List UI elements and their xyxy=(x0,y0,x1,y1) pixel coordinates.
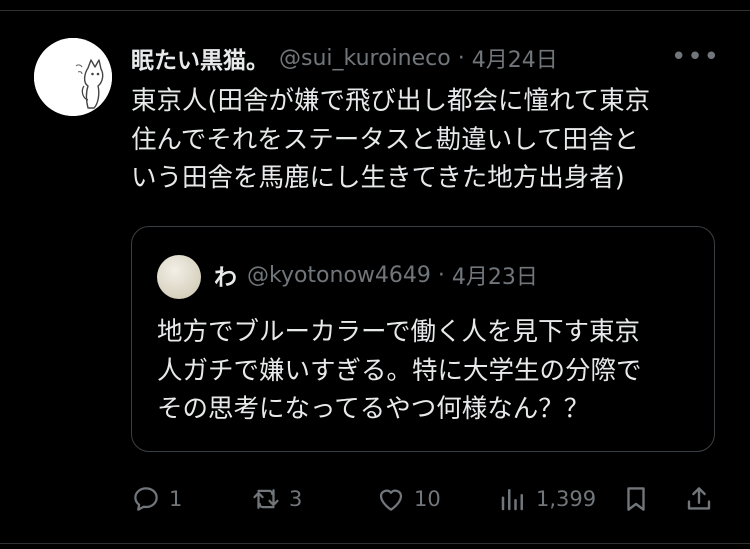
retweet-count: 3 xyxy=(289,487,303,511)
tweet-date[interactable]: 4月24日 xyxy=(472,42,558,74)
more-options-icon[interactable]: ••• xyxy=(671,42,720,72)
tweet-text-line: 東京人(田舎が嫌で飛び出し都会に憧れて東京 xyxy=(131,86,651,116)
reply-button[interactable]: 1 xyxy=(131,477,182,521)
quoted-text-line: 人ガチで嫌いすぎる。特に大学生の分際で xyxy=(157,355,642,386)
retweet-button[interactable]: 3 xyxy=(251,477,302,521)
cat-avatar-icon xyxy=(34,38,112,116)
quoted-text-line: その思考になってるやつ何様なん？？ xyxy=(157,394,590,424)
quoted-tweet-text: 地方でブルーカラーで働く人を見下す東京 人ガチで嫌いすぎる。特に大学生の分際で … xyxy=(157,313,702,429)
reply-count: 1 xyxy=(169,487,183,511)
share-button[interactable] xyxy=(684,477,714,521)
quoted-author-avatar[interactable] xyxy=(157,255,201,299)
quoted-header-separator: · xyxy=(437,262,445,288)
top-divider xyxy=(0,10,750,11)
quoted-tweet-card[interactable]: わ @kyotonow4649 · 4月23日 地方でブルーカラーで働く人を見下… xyxy=(131,226,715,452)
like-button[interactable]: 10 xyxy=(376,477,441,521)
author-name[interactable]: 眠たい黒猫。 xyxy=(131,41,269,75)
tweet-text-line: 住んでそれをステータスと勘違いして田舎と xyxy=(131,124,639,155)
quoted-author-handle: @kyotonow4649 xyxy=(247,262,431,288)
action-bar: 1 3 10 1,399 xyxy=(131,477,721,521)
bookmark-icon xyxy=(627,487,645,511)
quoted-author-name: わ xyxy=(214,265,237,291)
views-icon xyxy=(501,489,523,511)
reply-icon xyxy=(134,487,158,511)
tweet-text-line: いう田舎を馬鹿にし生きてきた地方出身者) xyxy=(131,163,625,193)
share-icon xyxy=(687,487,711,510)
like-icon xyxy=(379,489,403,511)
tweet-text: 東京人(田舎が嫌で飛び出し都会に憧れて東京 住んでそれをステータスと勘違いして田… xyxy=(131,82,721,198)
author-handle[interactable]: @sui_kuroineco xyxy=(279,46,451,71)
author-avatar[interactable] xyxy=(34,38,112,116)
bottom-divider xyxy=(0,543,750,544)
quoted-tweet-header: わ @kyotonow4649 · 4月23日 xyxy=(214,258,538,292)
views-button[interactable]: 1,399 xyxy=(498,477,596,521)
bookmark-button[interactable] xyxy=(621,477,651,521)
tweet-header: 眠たい黒猫。 @sui_kuroineco · 4月24日 ••• xyxy=(131,40,726,76)
header-separator: · xyxy=(457,45,465,71)
views-count: 1,399 xyxy=(536,487,597,511)
like-count: 10 xyxy=(414,487,441,511)
retweet-icon xyxy=(253,489,279,509)
quoted-tweet-date: 4月23日 xyxy=(451,265,538,290)
quoted-text-line: 地方でブルーカラーで働く人を見下す東京 xyxy=(157,317,640,347)
